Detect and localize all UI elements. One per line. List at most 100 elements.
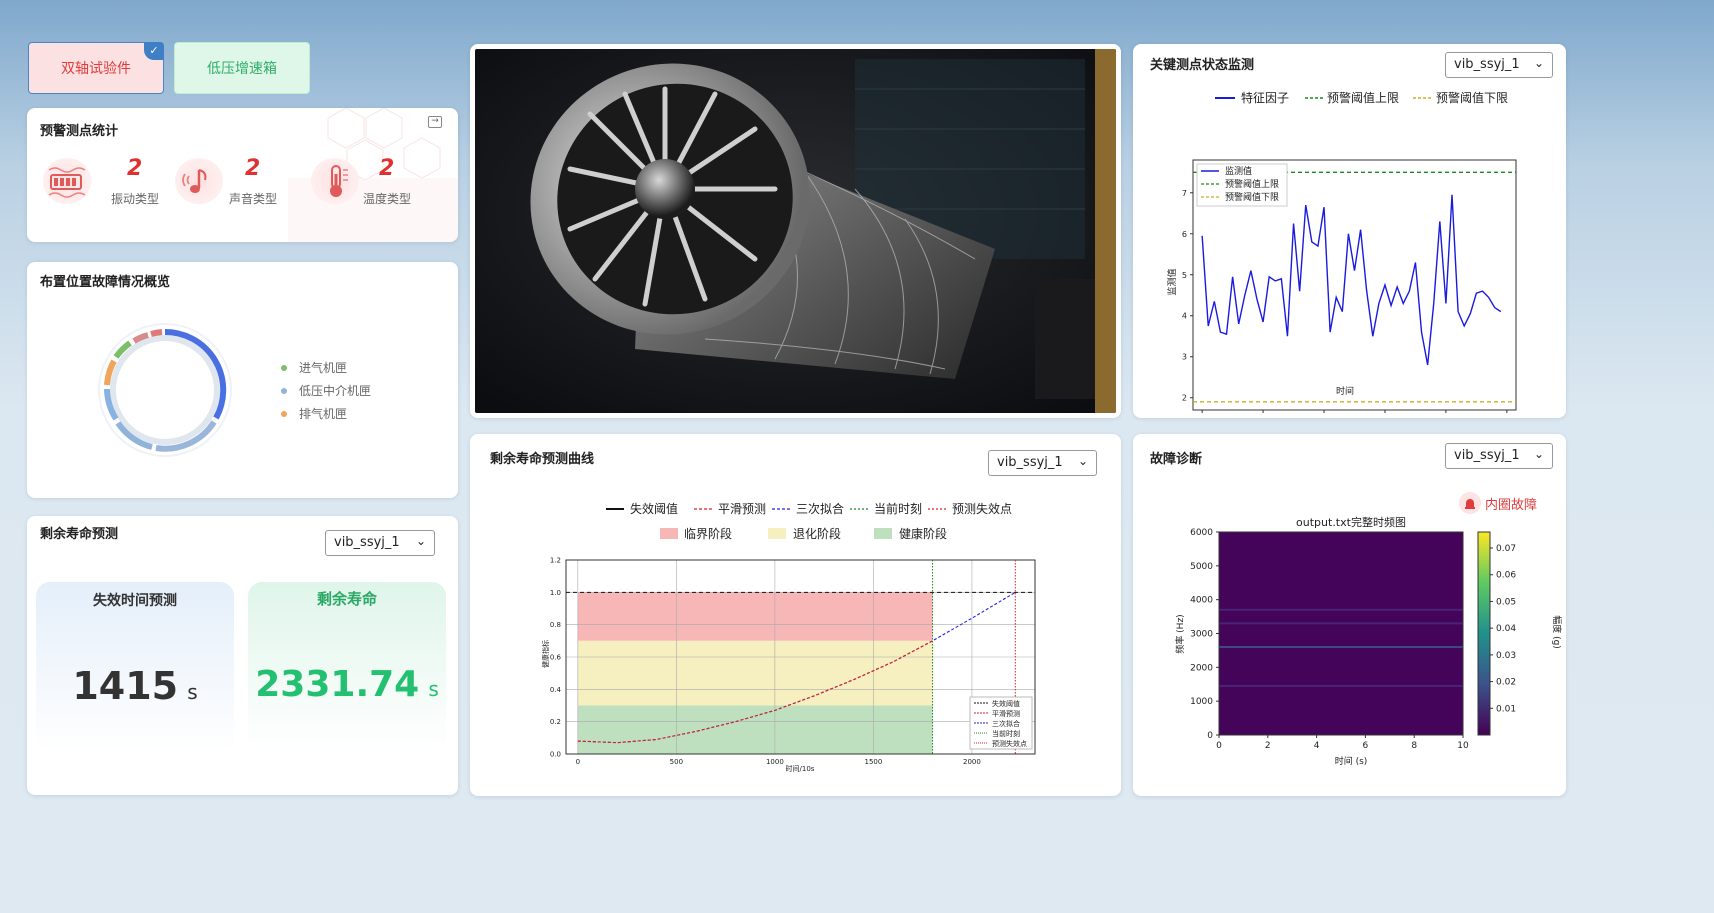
rul-curve-select[interactable]: vib_ssyj_1 ⌄ [988, 450, 1097, 476]
rul-predict-panel: 剩余寿命预测 vib_ssyj_1 ⌄ 失效时间预测 1415 s 剩余寿命 2… [27, 516, 458, 795]
monitor-xlabel: 时间 [1336, 385, 1354, 397]
fail-time-unit: s [187, 680, 198, 704]
heatmap-x-tick-label: 8 [1411, 741, 1417, 751]
monitor-legend-feature: 特征因子 [1241, 90, 1289, 105]
rul-inner-legend-cubic: 三次拟合 [992, 719, 1020, 728]
chevron-down-icon: ⌄ [1077, 454, 1088, 468]
rul-x-tick-label: 1000 [766, 758, 784, 766]
rul-x-tick-label: 1500 [864, 758, 882, 766]
rul-y-tick-label: 0.8 [550, 621, 561, 629]
monitor-series-line [1201, 194, 1502, 366]
chevron-down-icon: ⌄ [1533, 56, 1544, 70]
heatmap-band [1219, 684, 1463, 687]
rul-xlabel: 时间/10s [786, 764, 815, 773]
tab-dual-shaft[interactable]: 双轴试验件 ✓ [28, 42, 164, 94]
fault-badge: 内圈故障 [1459, 492, 1537, 514]
stat-temperature: 2 温度类型 [311, 154, 431, 214]
fail-time-value-row: 1415 s [36, 664, 234, 708]
colorbar-tick-label: 0.03 [1496, 651, 1516, 661]
temperature-label: 温度类型 [363, 192, 412, 206]
diagnosis-xlabel: 时间 (s) [1335, 755, 1368, 767]
heatmap-area [1219, 532, 1463, 735]
rul-stage-band [577, 640, 933, 706]
rul-legend-smooth: 平滑预测 [718, 502, 766, 516]
rul-inner-legend-current: 当前时刻 [992, 729, 1020, 738]
monitor-legend-lower: 预警阈值下限 [1436, 90, 1508, 105]
legend-dot [281, 387, 287, 394]
heatmap-y-tick-label: 0 [1207, 731, 1213, 741]
rul-y-tick-label: 1.2 [550, 557, 561, 565]
monitor-inner-legend-value: 监测值 [1225, 165, 1252, 177]
remaining-life-value-row: 2331.74 s [248, 664, 446, 705]
fault-ring-chart [98, 323, 232, 457]
heatmap-band [1219, 646, 1463, 649]
fail-time-value: 1415 [72, 664, 179, 708]
diagnosis-ylabel: 频率 (Hz) [1174, 614, 1186, 653]
rul-legend-threshold: 失效阈值 [630, 501, 678, 516]
heatmap-y-tick-label: 4000 [1190, 596, 1213, 606]
vibration-label: 振动类型 [111, 192, 160, 206]
monitor-y-tick-label: 4 [1182, 312, 1187, 321]
fault-overview-title: 布置位置故障情况概览 [40, 275, 171, 290]
vibration-icon [43, 158, 91, 204]
rul-x-tick-label: 0 [576, 758, 580, 766]
heatmap-y-tick-label: 6000 [1190, 528, 1213, 538]
monitor-select[interactable]: vib_ssyj_1 ⌄ [1445, 52, 1553, 78]
rul-inner-legend-smooth: 平滑预测 [992, 709, 1020, 718]
monitor-y-tick-label: 7 [1182, 189, 1187, 198]
turbofan-engine-image [475, 49, 1116, 413]
fault-label: 内圈故障 [1485, 497, 1538, 513]
stat-vibration: 2 振动类型 [43, 154, 163, 214]
monitor-inner-legend: 监测值 预警阈值上限 预警阈值下限 [1196, 163, 1288, 207]
temperature-count: 2 [379, 156, 395, 181]
heatmap-x-tick-label: 10 [1457, 741, 1469, 751]
colorbar-tick-label: 0.07 [1496, 544, 1516, 554]
diagnosis-title: 故障诊断 [1150, 452, 1203, 467]
tab-dual-shaft-label: 双轴试验件 [61, 61, 131, 77]
rul-stage-band [577, 592, 933, 641]
rul-curve-chart: 失效阈值 平滑预测 三次拟合 当前时刻 预测失效点 临界阶段 退化阶段 健康阶段… [541, 501, 1036, 773]
heatmap-band [1219, 622, 1463, 625]
rul-x-tick-label: 500 [670, 758, 683, 766]
legend-dot [281, 364, 287, 371]
rul-y-tick-label: 0.2 [550, 718, 561, 726]
diagnosis-plot-title: output.txt完整时频图 [1296, 515, 1406, 529]
rul-predict-select[interactable]: vib_ssyj_1 ⌄ [325, 530, 435, 556]
rul-curve-panel: 剩余寿命预测曲线 vib_ssyj_1 ⌄ 失效阈值 平滑预测 三次拟合 当前时… [470, 434, 1121, 796]
ring-segment [150, 329, 163, 337]
rul-top-legend: 失效阈值 平滑预测 三次拟合 当前时刻 预测失效点 临界阶段 退化阶段 健康阶段 [606, 501, 1012, 541]
fail-time-label: 失效时间预测 [93, 593, 177, 609]
rul-y-tick-label: 1.0 [550, 589, 561, 597]
monitor-ylabel: 监测值 [1166, 268, 1178, 295]
tab-low-pressure-gearbox[interactable]: 低压增速箱 [174, 42, 310, 94]
heatmap-y-tick-label: 2000 [1190, 663, 1213, 673]
rul-legend-healthy: 健康阶段 [899, 526, 947, 541]
heatmap-band [1219, 608, 1463, 611]
engine-image-panel [470, 44, 1121, 418]
rul-predict-title: 剩余寿命预测 [40, 527, 119, 542]
vibration-count: 2 [127, 156, 143, 181]
diagnosis-select[interactable]: vib_ssyj_1 ⌄ [1445, 443, 1553, 469]
exit-icon[interactable]: → [428, 116, 442, 128]
monitor-y-tick-label: 6 [1182, 230, 1187, 239]
heatmap-x-tick-label: 2 [1265, 741, 1271, 751]
heatmap-x-tick-label: 0 [1216, 741, 1222, 751]
alarm-icon [1459, 492, 1481, 514]
rul-y-tick-label: 0.4 [550, 686, 562, 694]
sound-label: 声音类型 [229, 192, 278, 206]
monitor-chart: 特征因子 预警阈值上限 预警阈值下限 0246810234567 监测值 预警阈… [1166, 90, 1517, 413]
fail-time-card: 失效时间预测 1415 s [36, 582, 234, 752]
check-icon: ✓ [144, 42, 164, 60]
alarm-stats-panel: → 预警测点统计 2 振动类型 2 声音类型 2 温度类型 [27, 108, 458, 242]
chevron-down-icon: ⌄ [415, 534, 426, 548]
rul-inner-legend-threshold: 失效阈值 [992, 699, 1020, 708]
rul-ylabel: 健康指标 [541, 640, 550, 668]
legend-dot [281, 410, 287, 417]
monitor-y-tick-label: 3 [1182, 353, 1187, 362]
tab-low-pressure-label: 低压增速箱 [207, 61, 277, 77]
rul-x-tick-label: 2000 [963, 758, 981, 766]
legend-item-intermediate: 低压中介机匣 [281, 379, 371, 402]
rul-legend-failure-point: 预测失效点 [952, 501, 1012, 516]
temperature-icon [311, 158, 359, 204]
legend-item-exhaust: 排气机匣 [281, 402, 371, 425]
